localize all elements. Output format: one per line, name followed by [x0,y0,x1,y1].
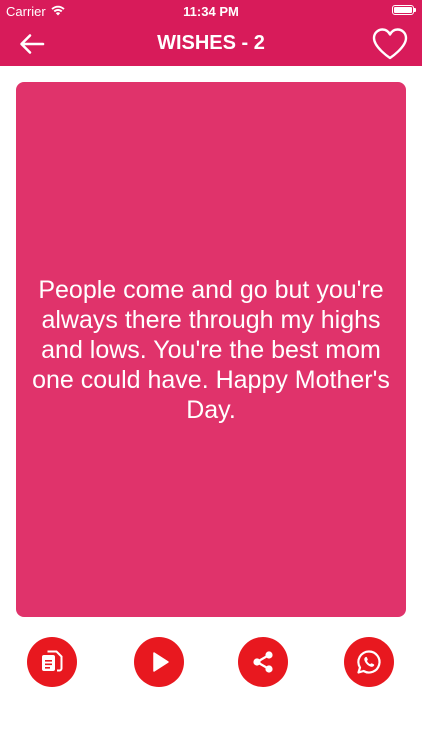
play-button[interactable] [134,637,184,687]
play-icon [153,652,169,672]
nav-bar: WISHES - 2 [0,22,422,66]
page-title: WISHES - 2 [157,32,265,54]
heart-icon [372,28,408,60]
battery-icon [392,5,416,15]
whatsapp-icon [357,650,381,674]
action-bar [0,637,422,689]
header: Carrier 11:34 PM WISHES - 2 [0,0,422,66]
whatsapp-button[interactable] [344,637,394,687]
copy-button[interactable] [27,637,77,687]
copy-icon [42,650,63,672]
share-button[interactable] [238,637,288,687]
status-time: 11:34 PM [183,4,239,19]
share-icon [253,651,273,673]
wish-card: People come and go but you're always the… [16,82,406,617]
wish-detail-screen: Carrier 11:34 PM WISHES - 2 People come … [0,0,422,750]
favorite-button[interactable] [370,24,410,64]
status-bar: Carrier 11:34 PM [0,0,422,22]
wish-text: People come and go but you're always the… [32,275,390,424]
